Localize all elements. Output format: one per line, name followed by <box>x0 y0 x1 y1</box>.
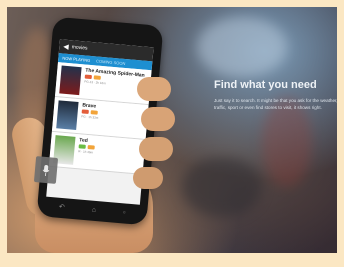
background-blur <box>197 17 287 77</box>
back-icon[interactable]: ↶ <box>59 203 65 210</box>
background-blur <box>182 157 262 217</box>
hand-finger <box>141 107 175 131</box>
recent-apps-icon[interactable]: ▫ <box>123 209 126 216</box>
chevron-left-icon[interactable]: ◀ <box>63 43 69 50</box>
search-query[interactable]: movies <box>71 44 87 51</box>
tab-now-playing[interactable]: NOW PLAYING <box>62 55 90 62</box>
microphone-glyph <box>42 164 50 176</box>
hand-finger <box>133 167 163 189</box>
movie-poster <box>56 100 79 130</box>
feature-headline: Find what you need <box>214 79 317 91</box>
hero-banner: ◀ movies NOW PLAYING COMING SOON The Ama… <box>7 7 337 253</box>
home-icon[interactable]: ⌂ <box>92 206 97 213</box>
movie-poster <box>59 65 82 96</box>
movie-meta: PG · 1h 33m <box>81 114 99 120</box>
microphone-icon[interactable] <box>33 156 59 184</box>
hand-finger <box>137 77 171 101</box>
hand-finger <box>139 137 173 161</box>
feature-description: Just say it to search. It might be that … <box>214 98 337 110</box>
list-item[interactable]: Ted R · 1h 46m <box>48 131 146 175</box>
movie-meta: R · 1h 46m <box>78 149 94 155</box>
feature-copy: Find what you need Just say it to search… <box>214 79 337 111</box>
